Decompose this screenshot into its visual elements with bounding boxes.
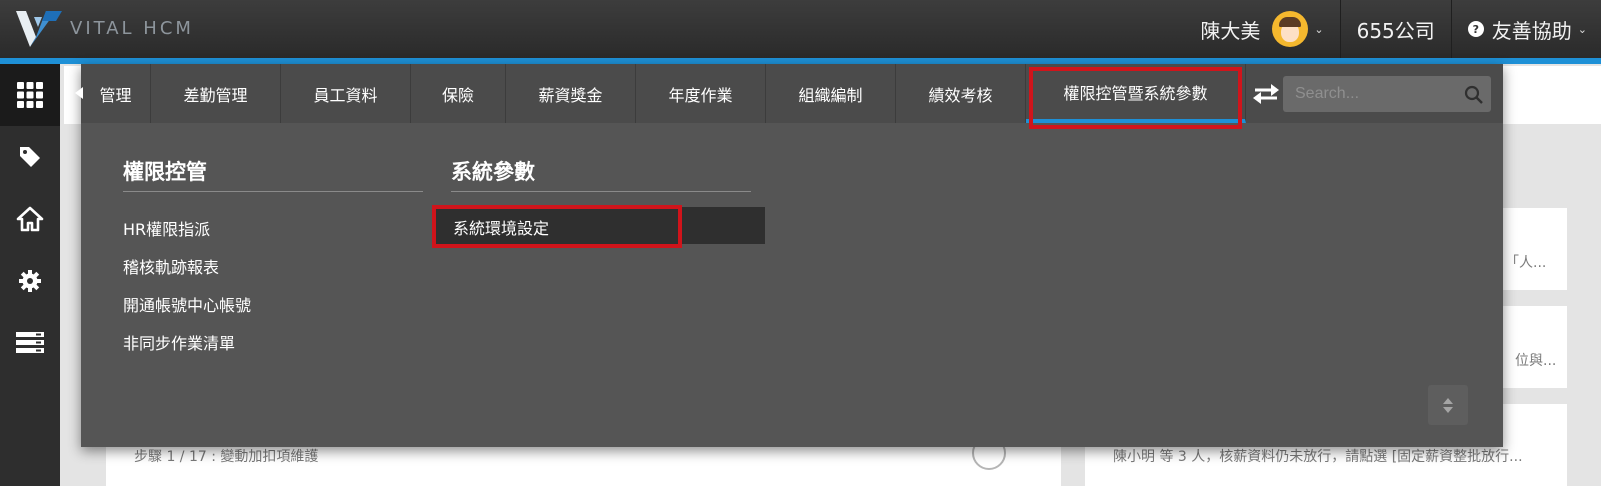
mega-menu: 管理 差勤管理 員工資料 保險 薪資獎金 年度作業 組織編制 績效考核 權限控管…	[75, 64, 1503, 447]
caret-up-icon	[1443, 397, 1453, 404]
sidebar-item-home[interactable]	[0, 188, 60, 250]
search-input[interactable]	[1283, 76, 1491, 112]
column-title-system-params: 系統參數	[451, 160, 535, 184]
divider	[1339, 0, 1341, 58]
tab-performance[interactable]: 績效考核	[896, 64, 1026, 123]
chevron-down-icon[interactable]: ⌄	[1314, 23, 1323, 36]
menu-link-audit-trail-report[interactable]: 稽核軌跡報表	[123, 254, 219, 278]
sidebar-item-servers[interactable]	[0, 312, 60, 374]
sidebar-item-apps[interactable]	[0, 64, 60, 126]
help-menu[interactable]: ? 友善協助 ⌄	[1467, 15, 1587, 44]
tab-insurance[interactable]: 保險	[411, 64, 506, 123]
menu-link-hr-permission-assign[interactable]: HR權限指派	[123, 216, 210, 240]
avatar[interactable]	[1272, 11, 1309, 47]
card-text-fragment: 「人...	[1505, 255, 1547, 271]
tab-organization[interactable]: 組織編制	[766, 64, 896, 123]
tab-payroll[interactable]: 薪資獎金	[506, 64, 636, 123]
column-divider	[451, 191, 751, 192]
menu-link-enable-account-center[interactable]: 開通帳號中心帳號	[123, 292, 251, 316]
menu-link-async-job-list[interactable]: 非同步作業清單	[123, 330, 235, 354]
caret-down-icon	[1443, 406, 1453, 413]
brand-logo[interactable]: VITAL HCM	[16, 6, 194, 50]
pending-notice-text[interactable]: 陳小明 等 3 人，核薪資料仍未放行，請點選 [固定薪資整批放行...	[1113, 446, 1567, 466]
question-circle-icon: ?	[1467, 21, 1484, 37]
search-icon[interactable]	[1464, 85, 1484, 105]
left-sidebar	[0, 64, 60, 486]
apps-grid-icon	[17, 82, 43, 108]
card-text-fragment: 位與...	[1515, 353, 1557, 369]
server-list-icon	[16, 332, 44, 353]
vital-logo-icon	[16, 11, 62, 47]
company-selector[interactable]: 655公司	[1357, 15, 1435, 44]
help-label: 友善協助	[1491, 18, 1572, 43]
module-tab-bar: 管理 差勤管理 員工資料 保險 薪資獎金 年度作業 組織編制 績效考核 權限控管…	[75, 64, 1503, 123]
divider	[1450, 0, 1452, 58]
scroll-toggle-button[interactable]	[1428, 385, 1468, 425]
gear-icon	[19, 270, 41, 292]
column-title-permissions: 權限控管	[123, 160, 207, 184]
user-name[interactable]: 陳大美	[1200, 15, 1260, 44]
sidebar-item-settings[interactable]	[0, 250, 60, 312]
avatar-hair	[1279, 17, 1302, 27]
step-progress-text: 步驟 1 / 17 : 變動加扣項維護	[134, 449, 319, 465]
tab-attendance[interactable]: 差勤管理	[151, 64, 281, 123]
tab-management[interactable]: 管理	[81, 64, 151, 123]
user-area: 陳大美 ⌄ 655公司 ? 友善協助 ⌄	[1200, 0, 1601, 58]
tab-annual-tasks[interactable]: 年度作業	[636, 64, 766, 123]
brand-name: VITAL HCM	[70, 17, 194, 39]
swap-arrows-icon[interactable]	[1253, 83, 1279, 105]
sidebar-item-tags[interactable]	[0, 126, 60, 188]
tab-employee-data[interactable]: 員工資料	[281, 64, 411, 123]
tag-icon	[20, 147, 40, 167]
column-divider	[123, 191, 423, 192]
highlight-box-active-tab	[1029, 67, 1242, 129]
highlight-box-system-settings	[432, 205, 682, 248]
chevron-down-icon: ⌄	[1577, 22, 1587, 36]
home-icon	[16, 206, 44, 232]
top-header: VITAL HCM 陳大美 ⌄ 655公司 ? 友善協助 ⌄	[0, 0, 1601, 58]
